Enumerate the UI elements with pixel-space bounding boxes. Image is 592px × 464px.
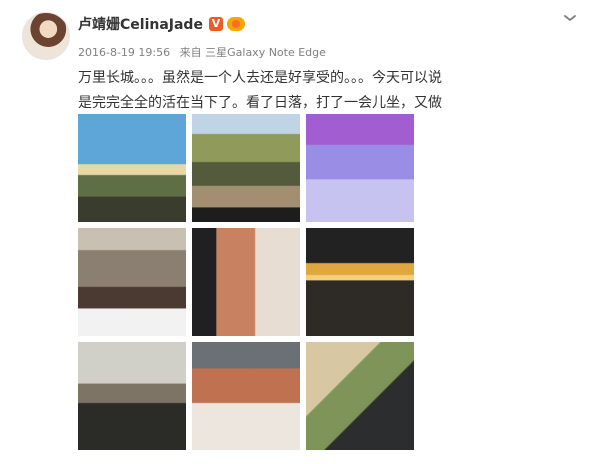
post-time: 2016-8-19 19:56 (78, 46, 171, 59)
photo-tile[interactable] (306, 114, 414, 222)
post-source: 来自 三星Galaxy Note Edge (179, 46, 326, 59)
photo-tile[interactable] (306, 228, 414, 336)
member-badge-icon (226, 17, 245, 31)
verified-badge: V (208, 17, 223, 31)
photo-tile[interactable] (192, 114, 300, 222)
photo-tile[interactable] (78, 228, 186, 336)
avatar[interactable] (22, 12, 70, 60)
username[interactable]: 卢靖姗CelinaJade (78, 14, 203, 34)
photo-tile[interactable] (192, 228, 300, 336)
post-menu-chevron-icon[interactable] (562, 10, 578, 26)
post-meta: 2016-8-19 19:56 来自 三星Galaxy Note Edge (78, 44, 332, 60)
photo-tile[interactable] (306, 342, 414, 450)
photo-tile[interactable] (78, 342, 186, 450)
photo-grid (78, 114, 414, 450)
photo-tile[interactable] (78, 114, 186, 222)
post-header: 卢靖姗CelinaJade V (78, 14, 245, 34)
photo-tile[interactable] (192, 342, 300, 450)
